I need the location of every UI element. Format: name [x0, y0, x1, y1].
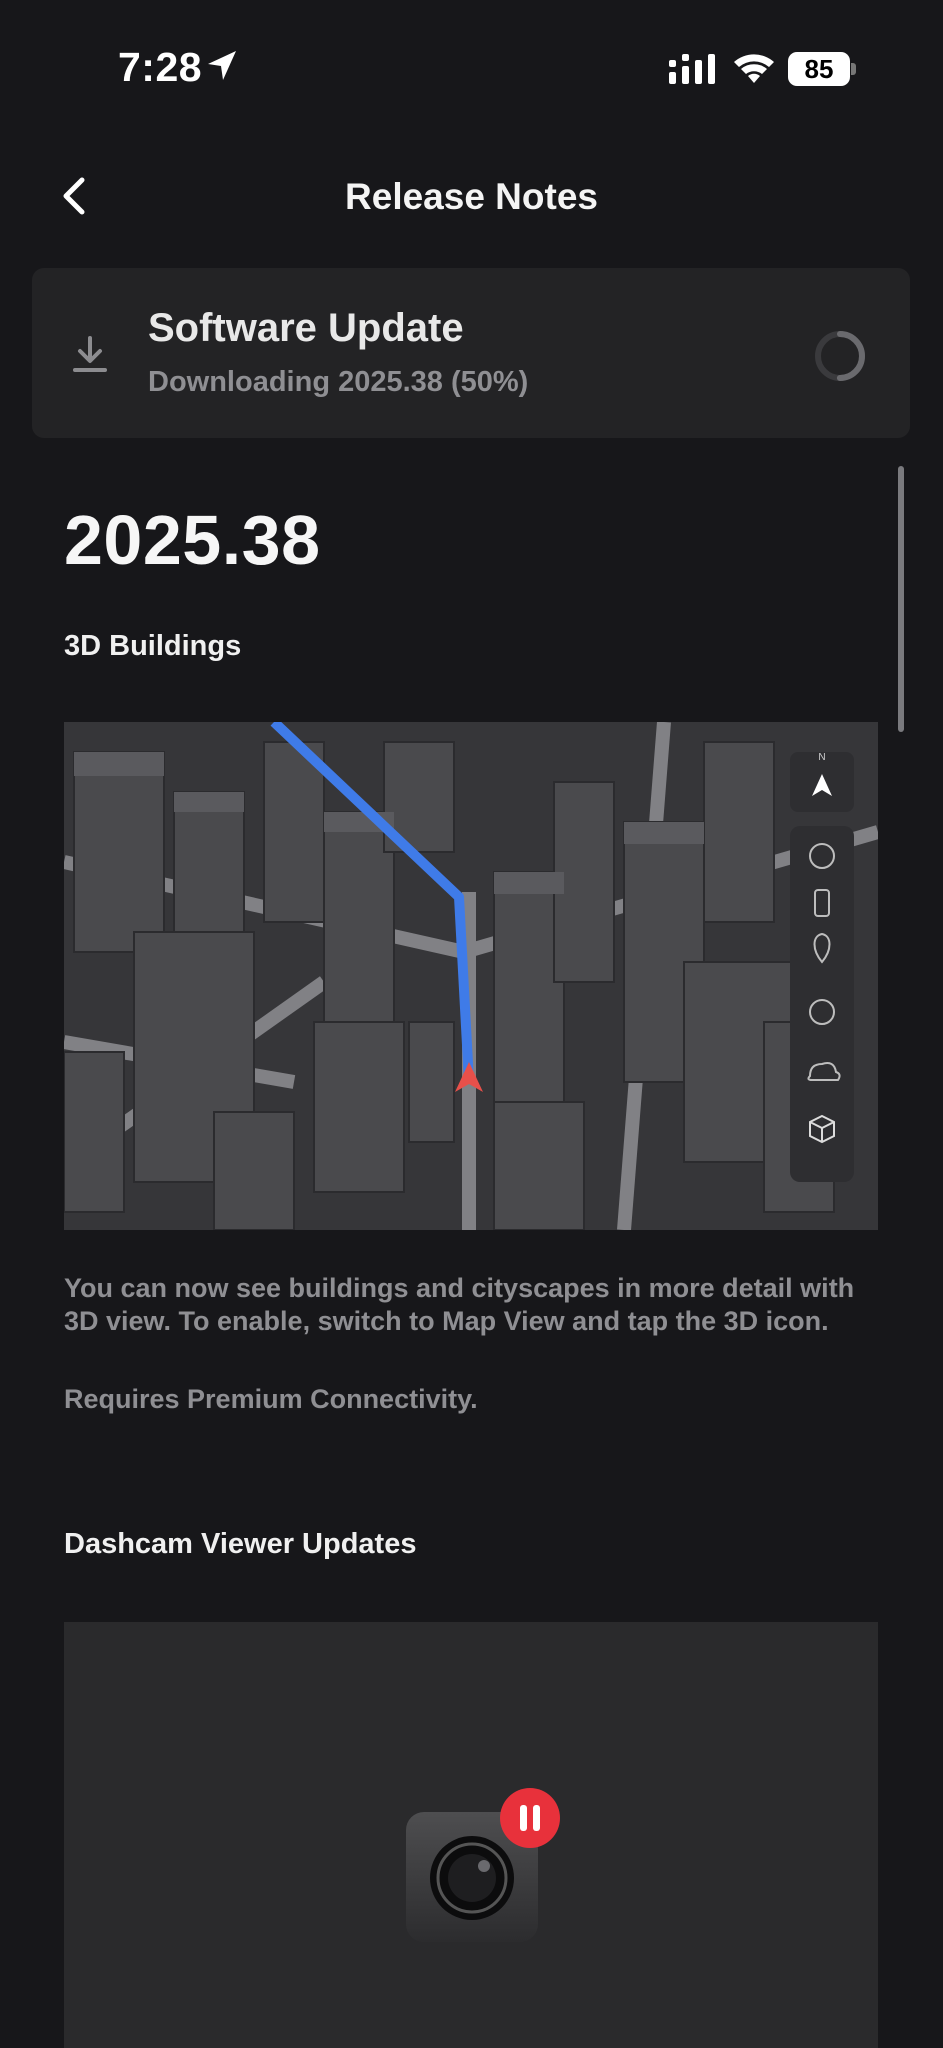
section-title-dashcam: Dashcam Viewer Updates [64, 1528, 417, 1560]
3d-buildings-map-image: N [64, 722, 878, 1230]
section-title-3d-buildings: 3D Buildings [64, 630, 242, 662]
release-version: 2025.38 [64, 501, 321, 579]
location-arrow-icon [208, 51, 236, 80]
section-requirement: Requires Premium Connectivity. [64, 1384, 478, 1414]
battery-indicator: 85 [788, 52, 856, 86]
cellular-signal-icon [669, 54, 715, 84]
map-illustration: N [64, 722, 878, 1230]
wifi-icon [734, 54, 774, 83]
update-status: Downloading 2025.38 (50%) [148, 366, 529, 398]
page-title: Release Notes [345, 176, 598, 217]
scrollbar[interactable] [898, 466, 904, 732]
status-time: 7:28 [118, 44, 203, 90]
section-body-3d-buildings: You can now see buildings and cityscapes… [64, 1273, 855, 1336]
software-update-card[interactable] [32, 268, 910, 438]
pause-badge-icon [500, 1788, 560, 1848]
update-title: Software Update [148, 306, 464, 350]
progress-spinner-icon [815, 331, 865, 381]
download-icon [73, 336, 107, 372]
battery-percent: 85 [804, 54, 834, 84]
compass-label: N [818, 752, 825, 763]
